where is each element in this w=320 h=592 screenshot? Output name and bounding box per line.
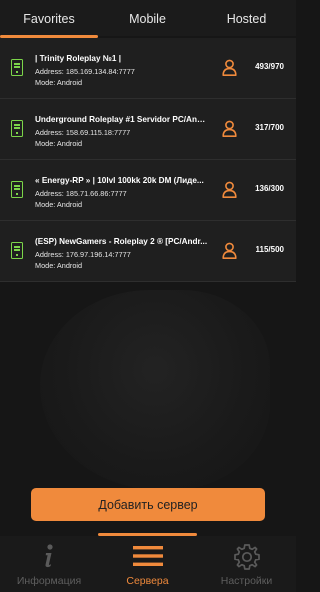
player-count: 493/970 — [255, 62, 284, 71]
nav-info[interactable]: Информация — [0, 536, 98, 592]
user-icon — [222, 242, 237, 259]
server-mode: Mode: Android — [35, 261, 83, 270]
server-row[interactable]: (ESP) NewGamers - Roleplay 2 ® [PC/Andr.… — [0, 221, 296, 282]
info-icon — [45, 544, 53, 568]
server-address: Address: 176.97.196.14:7777 — [35, 250, 131, 259]
server-row[interactable]: Underground Roleplay #1 Servidor PC/Andr… — [0, 99, 296, 160]
tab-favorites[interactable]: Favorites — [0, 0, 98, 36]
user-icon — [222, 120, 237, 137]
server-name: « Energy-RP » | 10lvl 100kk 20k DM (Лиде… — [35, 176, 204, 185]
bottom-navigation: Информация Сервера Настройки — [0, 536, 296, 592]
server-row[interactable]: | Trinity Roleplay №1 | Address: 185.169… — [0, 38, 296, 99]
nav-info-label: Информация — [16, 575, 82, 587]
server-mode: Mode: Android — [35, 139, 83, 148]
server-mode: Mode: Android — [35, 78, 83, 87]
nav-settings-label: Настройки — [220, 575, 273, 587]
server-name: | Trinity Roleplay №1 | — [35, 54, 122, 63]
server-icon — [11, 120, 23, 137]
tab-hosted[interactable]: Hosted — [197, 0, 296, 36]
tab-bar: Favorites Mobile Hosted — [0, 0, 296, 38]
server-address: Address: 185.71.66.86:7777 — [35, 189, 127, 198]
server-name: Underground Roleplay #1 Servidor PC/Andr… — [35, 115, 210, 124]
add-server-button[interactable]: Добавить сервер — [31, 488, 265, 521]
tab-mobile[interactable]: Mobile — [98, 0, 197, 36]
player-count: 115/500 — [255, 245, 284, 254]
nav-settings[interactable]: Настройки — [197, 536, 296, 592]
server-address: Address: 158.69.115.18:7777 — [35, 128, 131, 137]
server-icon — [11, 59, 23, 76]
server-name: (ESP) NewGamers - Roleplay 2 ® [PC/Andr.… — [35, 237, 208, 246]
user-icon — [222, 59, 237, 76]
server-icon — [11, 181, 23, 198]
player-count: 136/300 — [255, 184, 284, 193]
background-art — [40, 290, 270, 490]
server-address: Address: 185.169.134.84:7777 — [35, 67, 135, 76]
nav-servers-label: Сервера — [126, 575, 169, 587]
menu-icon — [132, 546, 163, 566]
server-row[interactable]: « Energy-RP » | 10lvl 100kk 20k DM (Лиде… — [0, 160, 296, 221]
gear-icon — [233, 544, 260, 570]
user-icon — [222, 181, 237, 198]
player-count: 317/700 — [255, 123, 284, 132]
server-mode: Mode: Android — [35, 200, 83, 209]
server-icon — [11, 242, 23, 259]
server-list: | Trinity Roleplay №1 | Address: 185.169… — [0, 38, 296, 282]
nav-servers[interactable]: Сервера — [98, 536, 197, 592]
